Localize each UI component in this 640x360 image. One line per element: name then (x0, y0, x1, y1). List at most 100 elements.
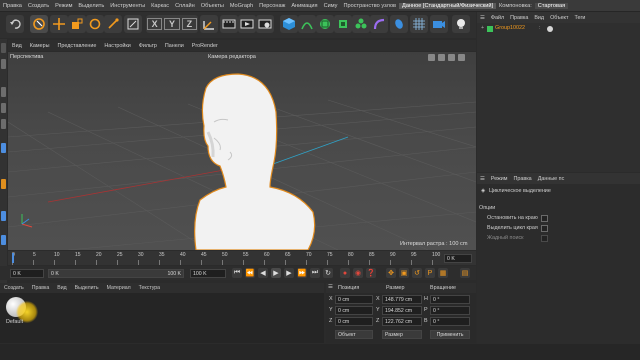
perspective-viewport[interactable]: Перспектива Камера редактора Интервал ра… (8, 52, 476, 250)
autokey-icon[interactable]: ◉ (353, 268, 363, 278)
position-x-field[interactable]: 0 cm (335, 295, 373, 304)
menu-item-mesh[interactable]: Каркас (148, 3, 172, 9)
timeline-window-icon[interactable]: ▤ (460, 268, 470, 278)
x-axis-lock[interactable]: X (147, 18, 163, 30)
viewport-menu-view[interactable]: Вид (8, 43, 26, 49)
material-menu-material[interactable]: Материал (103, 285, 135, 291)
select-boundary-loop-checkbox[interactable] (541, 225, 548, 232)
menu-item-select[interactable]: Выделить (75, 3, 107, 9)
coordinates-menu-icon[interactable]: ☰ (328, 284, 333, 290)
scale-tool-icon[interactable] (68, 15, 86, 33)
recent-tools-icon[interactable] (104, 15, 122, 33)
menu-item-create[interactable]: Создать (25, 3, 52, 9)
floor-icon[interactable] (390, 15, 408, 33)
material-menu-edit[interactable]: Правка (28, 285, 54, 291)
record-active-icon[interactable]: ● (340, 268, 350, 278)
array-icon[interactable] (334, 15, 352, 33)
menu-item-mode[interactable]: Режим (52, 3, 75, 9)
material-menu-view[interactable]: Вид (53, 285, 70, 291)
apply-button[interactable]: Применить (430, 330, 470, 339)
material-menu-texture[interactable]: Текстура (135, 285, 164, 291)
om-menu-view[interactable]: Вид (531, 15, 547, 21)
visibility-dots-icon[interactable]: : (539, 25, 541, 31)
next-frame-icon[interactable]: ▶ (284, 268, 294, 278)
workplane-icon[interactable] (1, 211, 6, 221)
world-coord-icon[interactable] (200, 15, 218, 33)
key-scale-icon[interactable]: ▣ (399, 268, 409, 278)
expand-icon[interactable]: + (481, 25, 484, 31)
coord-system-icon[interactable] (124, 15, 142, 33)
next-key-icon[interactable]: ⏩ (297, 268, 307, 278)
material-menu-select[interactable]: Выделить (71, 285, 103, 291)
bend-deformer-icon[interactable] (370, 15, 388, 33)
attr-menu-userdata[interactable]: Данные пс (535, 176, 568, 182)
stop-at-boundary-checkbox[interactable] (541, 215, 548, 222)
live-select-icon[interactable] (30, 15, 48, 33)
timeline-end-field[interactable]: 0 K (444, 254, 472, 263)
menu-item-objects[interactable]: Объекты (198, 3, 227, 9)
end-frame-field[interactable]: 100 K (190, 269, 226, 278)
snap-icon[interactable] (1, 179, 6, 189)
z-axis-lock[interactable]: Z (181, 18, 197, 30)
maximize-view-icon[interactable] (458, 54, 465, 61)
layout-startup-tab[interactable]: Стартовая (534, 2, 569, 9)
subdivision-surface-icon[interactable] (316, 15, 334, 33)
rotation-h-field[interactable]: 0 ° (430, 295, 470, 304)
om-menu-icon[interactable]: ☰ (477, 15, 488, 21)
pan-icon[interactable] (428, 54, 435, 61)
viewport-menu-prorender[interactable]: ProRender (188, 43, 222, 49)
polygons-mode-icon[interactable] (1, 119, 6, 129)
go-to-start-icon[interactable]: ⏮ (232, 268, 242, 278)
texture-mode-icon[interactable] (1, 59, 6, 69)
menu-item-edit[interactable]: Правка (0, 3, 25, 9)
key-rotation-icon[interactable]: ↺ (412, 268, 422, 278)
key-param-icon[interactable]: P (425, 268, 435, 278)
menu-item-animation[interactable]: Анимация (288, 3, 320, 9)
greedy-search-checkbox[interactable] (541, 235, 548, 242)
timeline-ruler[interactable]: 0510152025303540455055606570758085909510… (8, 251, 476, 265)
go-to-end-icon[interactable]: ⏭ (310, 268, 320, 278)
position-y-field[interactable]: 0 cm (335, 306, 373, 315)
play-icon[interactable]: ▶ (271, 268, 281, 278)
size-z-field[interactable]: 122.762 cm (382, 317, 422, 326)
points-mode-icon[interactable] (1, 87, 6, 97)
menu-item-tools[interactable]: Инструменты (107, 3, 148, 9)
move-tool-icon[interactable] (50, 15, 68, 33)
size-mode-dropdown[interactable]: Размер (382, 330, 422, 339)
om-menu-tags[interactable]: Теги (571, 15, 588, 21)
axis-mode-icon[interactable] (1, 235, 6, 245)
render-settings-icon[interactable] (256, 15, 274, 33)
coord-mode-dropdown[interactable]: Объект (335, 330, 373, 339)
attr-menu-edit[interactable]: Правка (510, 176, 534, 182)
viewport-menu-panel[interactable]: Панели (161, 43, 188, 49)
node-space-dropdown[interactable]: Данное [Стандартный/Физический] (399, 2, 497, 9)
key-pla-icon[interactable]: ▦ (438, 268, 448, 278)
om-menu-object[interactable]: Объект (547, 15, 571, 21)
edges-mode-icon[interactable] (1, 103, 6, 113)
object-row-group[interactable]: + Group10022 : (479, 25, 635, 34)
preview-range-field[interactable]: 0 K 100 K (48, 269, 184, 278)
render-to-picture-viewer-icon[interactable] (238, 15, 256, 33)
menu-item-mograph[interactable]: MoGraph (227, 3, 256, 9)
material-manager-area[interactable]: Default (0, 293, 324, 343)
viewport-menu-options[interactable]: Настройки (100, 43, 134, 49)
size-y-field[interactable]: 194.852 cm (382, 306, 422, 315)
position-z-field[interactable]: 0 cm (335, 317, 373, 326)
prev-frame-icon[interactable]: ◀ (258, 268, 268, 278)
zoom-icon[interactable] (438, 54, 445, 61)
size-x-field[interactable]: 148.779 cm (382, 295, 422, 304)
loop-icon[interactable]: ↻ (323, 268, 333, 278)
prev-key-icon[interactable]: ⏪ (245, 268, 255, 278)
material-menu-create[interactable]: Создать (0, 285, 28, 291)
light-icon[interactable] (452, 15, 470, 33)
menu-item-character[interactable]: Персонаж (256, 3, 288, 9)
viewport-menu-filter[interactable]: Фильтр (135, 43, 161, 49)
pen-spline-icon[interactable] (298, 15, 316, 33)
attr-menu-icon[interactable]: ☰ (477, 176, 488, 182)
model-mode-icon[interactable] (1, 143, 6, 153)
menu-item-node-space[interactable]: Пространство узлов (340, 3, 399, 9)
rotation-b-field[interactable]: 0 ° (430, 317, 470, 326)
cloner-icon[interactable] (352, 15, 370, 33)
rotation-p-field[interactable]: 0 ° (430, 306, 470, 315)
y-axis-lock[interactable]: Y (164, 18, 180, 30)
